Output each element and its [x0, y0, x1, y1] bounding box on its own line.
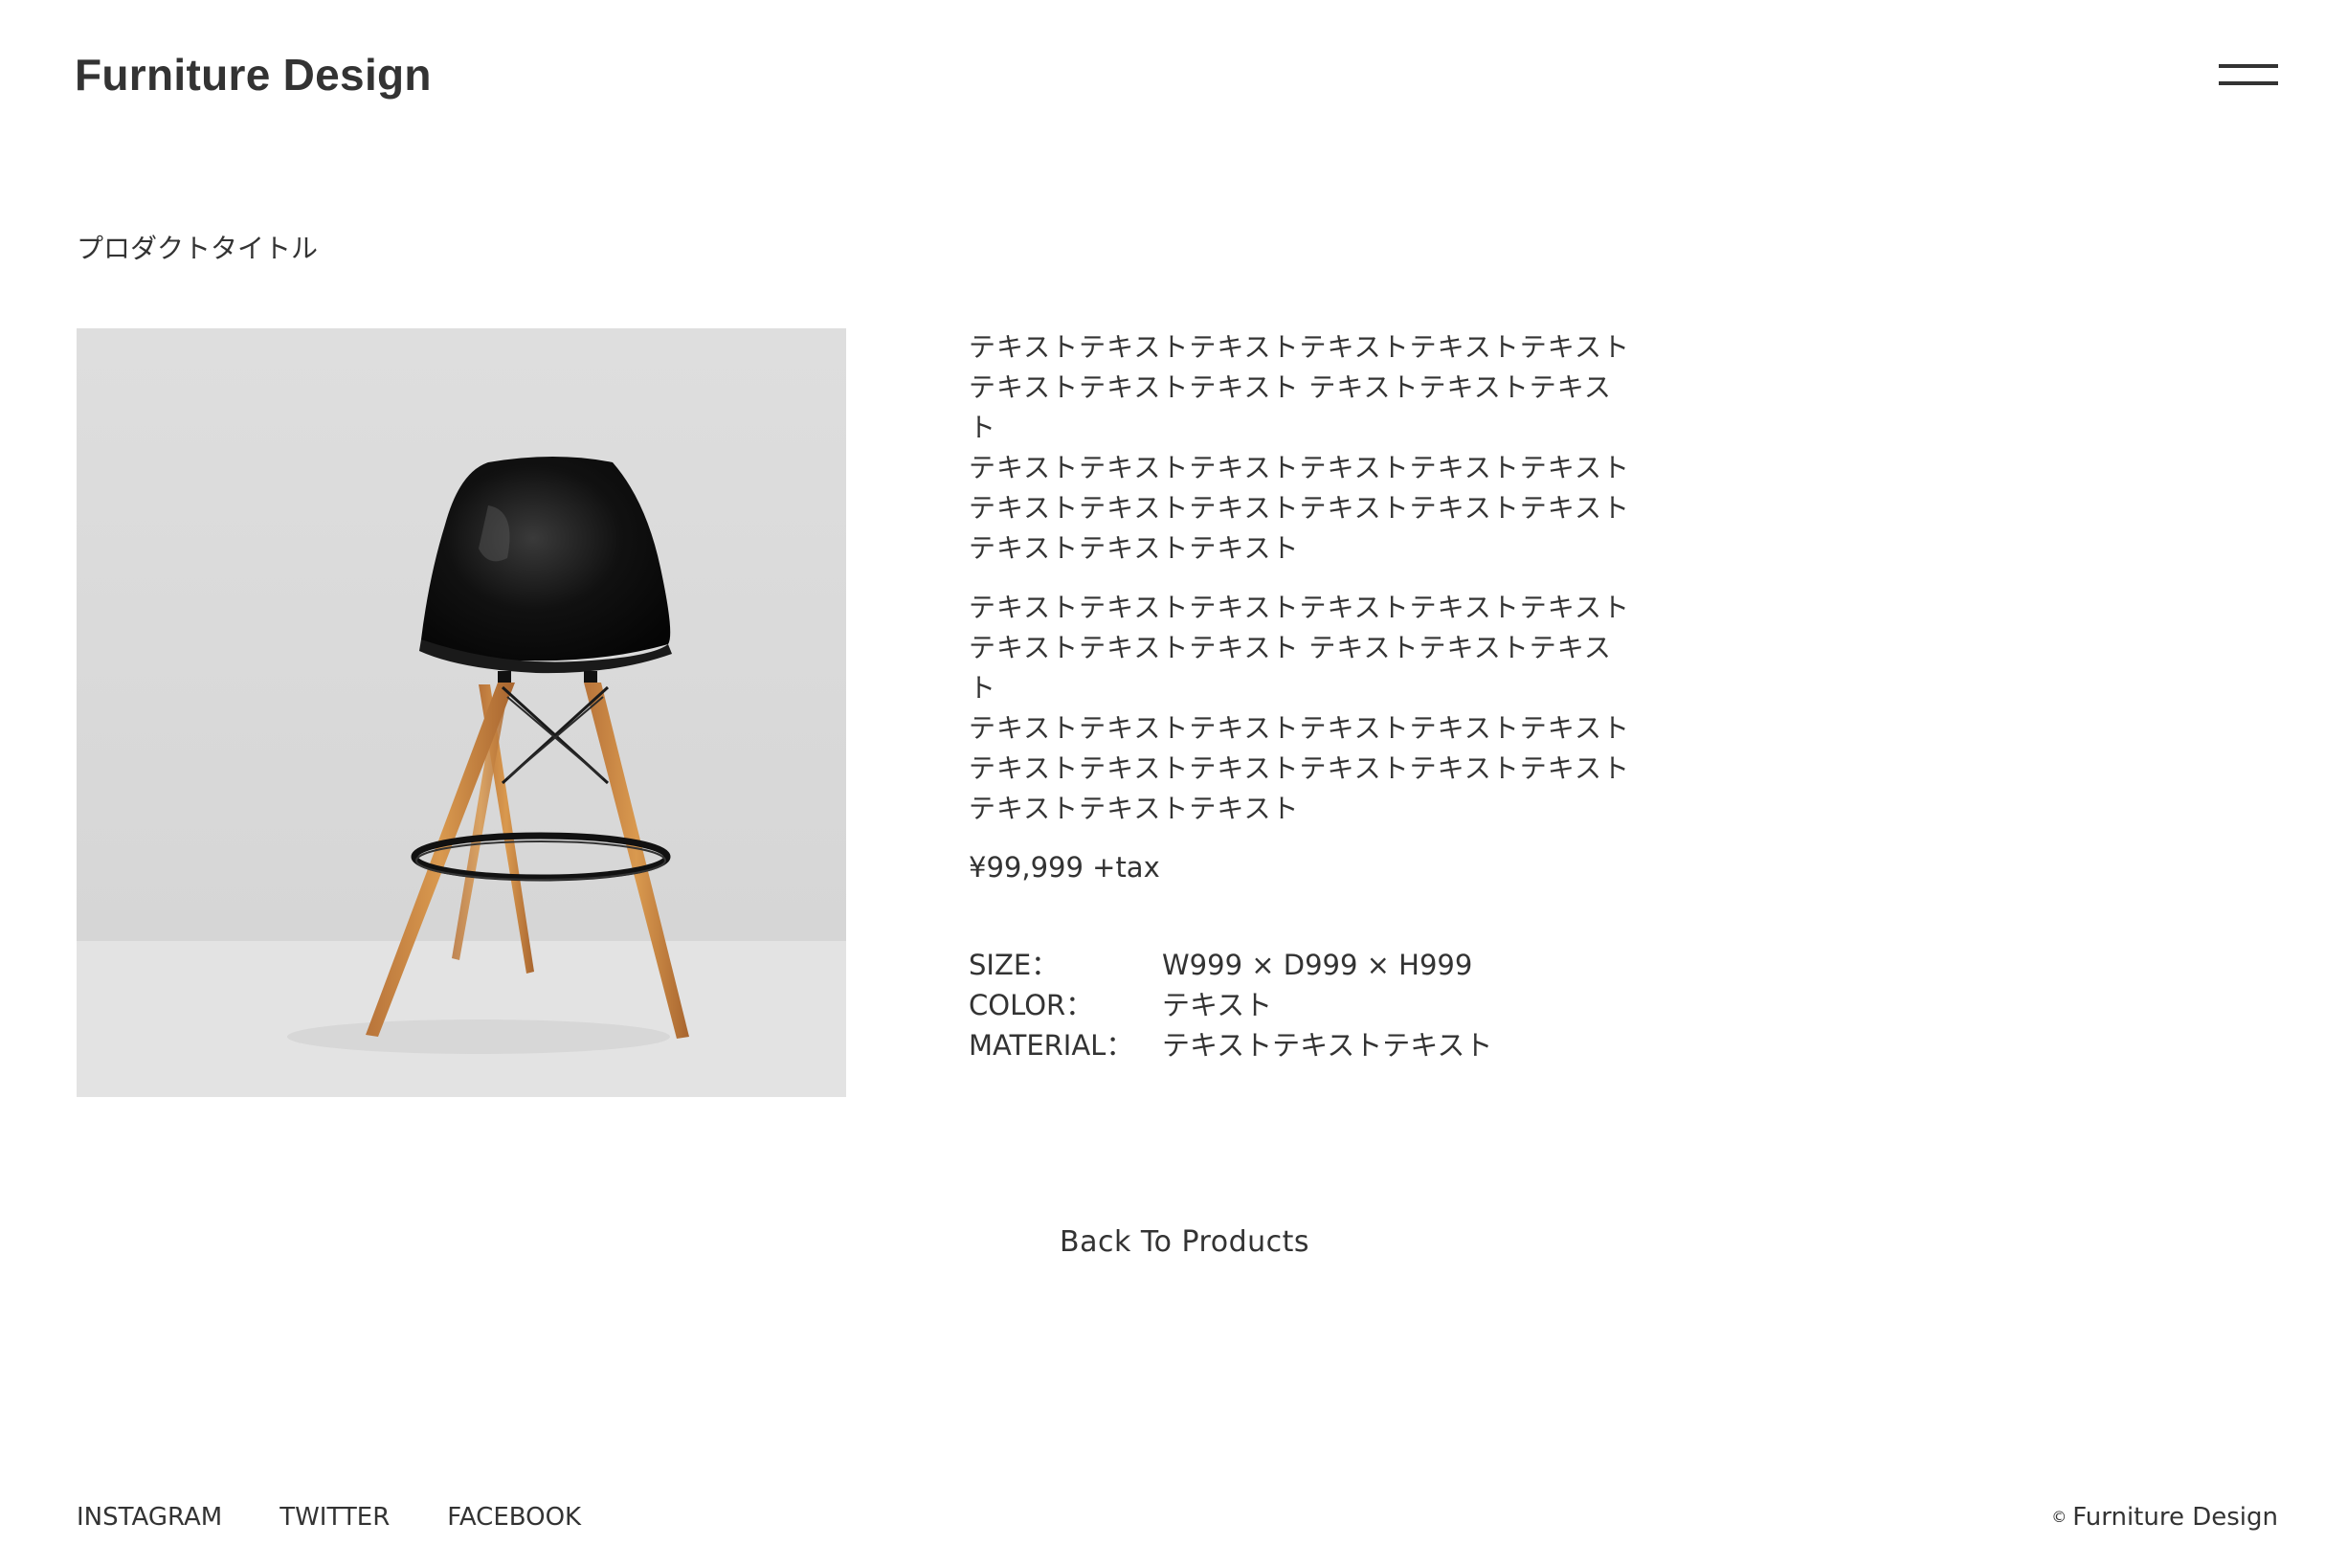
spec-label: SIZE： — [969, 949, 1060, 981]
back-to-products-link[interactable]: Back To Products — [1060, 1222, 1309, 1263]
product-image — [77, 328, 846, 1097]
description-line: テキストテキストテキストテキストテキストテキスト — [969, 331, 1630, 363]
product-price: ¥99,999 +tax — [969, 851, 1160, 884]
instagram-link[interactable]: INSTAGRAM — [77, 1500, 222, 1534]
spec-row-material: MATERIAL： テキストテキストテキスト — [969, 1025, 1492, 1065]
spec-label: COLOR： — [969, 989, 1094, 1021]
description-line: テキストテキストテキストテキストテキストテキスト — [969, 712, 1630, 744]
description-line: テキストテキストテキストテキストテキストテキスト — [969, 452, 1630, 483]
copyright: © Furniture Design — [2051, 1500, 2278, 1534]
spec-value: テキストテキストテキスト — [1162, 1029, 1493, 1062]
spec-value: テキスト — [1162, 989, 1273, 1021]
twitter-link[interactable]: TWITTER — [279, 1500, 390, 1534]
product-description-1: テキストテキストテキストテキストテキストテキスト テキストテキストテキスト テキ… — [969, 327, 1639, 569]
copyright-text: Furniture Design — [2072, 1503, 2278, 1532]
menu-line-top — [2219, 64, 2278, 68]
site-logo[interactable]: Furniture Design — [75, 46, 432, 103]
spec-row-color: COLOR： テキスト — [969, 985, 1492, 1025]
product-description-2: テキストテキストテキストテキストテキストテキスト テキストテキストテキスト テキ… — [969, 588, 1639, 829]
product-title: プロダクトタイトル — [77, 233, 319, 264]
spec-value: W999 × D999 × H999 — [1162, 949, 1473, 981]
facebook-link[interactable]: FACEBOOK — [447, 1500, 581, 1534]
spec-row-size: SIZE： W999 × D999 × H999 — [969, 945, 1492, 985]
description-line: テキストテキストテキストテキストテキストテキスト — [969, 492, 1630, 524]
description-line: テキストテキストテキスト — [969, 532, 1300, 564]
copyright-icon: © — [2051, 1508, 2068, 1526]
description-line: テキストテキストテキスト テキストテキストテキスト — [969, 632, 1612, 704]
hamburger-menu-icon[interactable] — [2219, 61, 2278, 90]
spec-label: MATERIAL： — [969, 1029, 1134, 1062]
product-specs: SIZE： W999 × D999 × H999 COLOR： テキスト MAT… — [969, 945, 1492, 1065]
description-line: テキストテキストテキストテキストテキストテキスト — [969, 752, 1630, 784]
menu-line-bottom — [2219, 81, 2278, 85]
description-line: テキストテキストテキスト テキストテキストテキスト — [969, 371, 1612, 443]
social-links: INSTAGRAM TWITTER FACEBOOK — [77, 1500, 581, 1534]
description-line: テキストテキストテキスト — [969, 793, 1300, 824]
chair-photo — [77, 328, 846, 1097]
description-line: テキストテキストテキストテキストテキストテキスト — [969, 592, 1630, 623]
